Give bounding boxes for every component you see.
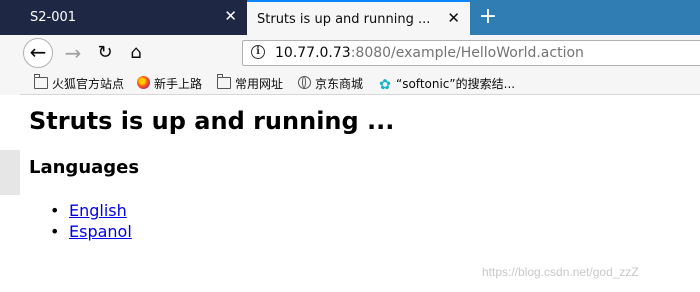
left-strip-navbar: E — [0, 35, 20, 94]
reload-icon: ↻ — [97, 42, 113, 63]
nav-bar: ← → ↻ ⌂ i 10.77.0.73:8080/example/HelloW… — [20, 35, 700, 71]
bookmark-firefox-official[interactable]: 火狐官方站点 — [34, 74, 125, 91]
left-strip-panel — [0, 150, 20, 195]
language-link-espanol[interactable]: Espanol — [69, 222, 132, 241]
url-host: 10.77.0.73 — [275, 45, 351, 61]
folder-icon — [217, 74, 231, 89]
page-title: Struts is up and running ... — [29, 107, 395, 135]
language-list: English Espanol — [29, 200, 132, 242]
left-strip-bookmarks — [0, 65, 20, 95]
bookmark-jd-mall[interactable]: 京东商城 — [298, 75, 363, 91]
left-window-strip: E — [0, 0, 20, 292]
bookmark-common-sites[interactable]: 常用网址 — [217, 74, 284, 91]
tab-bar: S2-001 ✕ Struts is up and running ... ✕ … — [20, 0, 700, 35]
bookmark-label: 火狐官方站点 — [52, 77, 125, 91]
tab-title: S2-001 — [30, 10, 77, 25]
home-button[interactable]: ⌂ — [121, 38, 151, 68]
back-arrow-icon: ← — [29, 40, 47, 64]
close-tab-icon[interactable]: ✕ — [447, 11, 460, 26]
softonic-icon: ✿ — [379, 77, 391, 93]
bookmark-label: 京东商城 — [315, 77, 364, 91]
language-link-english[interactable]: English — [69, 201, 127, 220]
left-strip-tabbar — [0, 0, 20, 35]
info-icon[interactable]: i — [251, 45, 265, 59]
bookmark-label: 常用网址 — [235, 77, 284, 91]
bookmark-getting-started[interactable]: 新手上路 — [137, 75, 202, 91]
tab-title: Struts is up and running ... — [257, 12, 431, 27]
bookmarks-bar: 火狐官方站点 新手上路 常用网址 京东商城 ✿ “softonic”的搜索结... — [20, 71, 700, 95]
new-tab-button[interactable]: + — [478, 6, 498, 28]
folder-icon — [34, 74, 48, 89]
url-text[interactable]: 10.77.0.73:8080/example/HelloWorld.actio… — [275, 45, 584, 61]
tab-s2-001[interactable]: S2-001 ✕ — [20, 0, 247, 35]
bookmark-softonic-search[interactable]: ✿ “softonic”的搜索结... — [378, 75, 516, 93]
close-tab-icon[interactable]: ✕ — [224, 9, 237, 24]
tab-struts[interactable]: Struts is up and running ... ✕ — [247, 0, 470, 35]
tab-bar-fill — [470, 0, 700, 35]
forward-button[interactable]: → — [58, 38, 88, 68]
watermark: https://blog.csdn.net/god_zzZ — [482, 265, 639, 279]
list-item: English — [29, 200, 132, 221]
url-bar[interactable]: i 10.77.0.73:8080/example/HelloWorld.act… — [242, 40, 700, 66]
home-icon: ⌂ — [130, 42, 142, 63]
globe-icon — [298, 76, 311, 89]
list-item: Espanol — [29, 221, 132, 242]
url-path: :8080/example/HelloWorld.action — [350, 45, 584, 61]
page-content: Struts is up and running ... Languages E… — [20, 95, 700, 292]
back-button[interactable]: ← — [23, 38, 53, 68]
forward-arrow-icon: → — [64, 41, 82, 65]
bookmark-label: 新手上路 — [154, 77, 203, 91]
firefox-icon — [137, 76, 150, 89]
languages-heading: Languages — [29, 157, 140, 178]
reload-button[interactable]: ↻ — [90, 38, 120, 68]
bookmark-label: “softonic”的搜索结... — [396, 77, 516, 91]
